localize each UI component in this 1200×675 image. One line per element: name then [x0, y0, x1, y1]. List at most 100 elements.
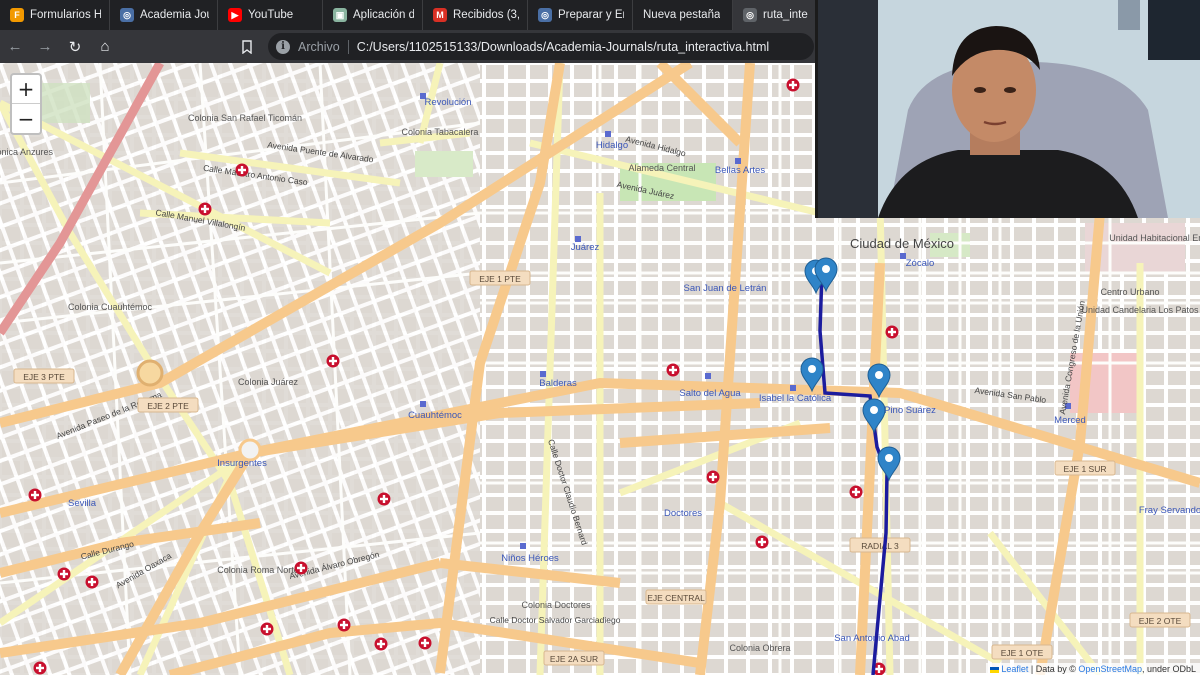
hospital-icon — [885, 325, 899, 339]
tab-label: Aplicación de — [353, 9, 414, 21]
youtube-icon: ▶ — [228, 8, 242, 22]
place-label: Bellas Artes — [715, 165, 765, 176]
hospital-icon — [374, 637, 388, 651]
hospital-icon — [706, 470, 720, 484]
hospital-icon — [326, 354, 340, 368]
bookmark-icon[interactable] — [232, 30, 262, 63]
zoom-in-button[interactable]: + — [12, 75, 40, 104]
street-label: Calle Doctor Salvador Garciadiego — [490, 615, 621, 625]
scheme-label: Archivo — [298, 39, 349, 54]
webcam-person-image — [818, 0, 1200, 218]
tab-label: Academia Jou — [140, 9, 209, 21]
hospital-icon — [377, 492, 391, 506]
insurgentes-roundabout — [238, 438, 262, 462]
app-icon: ▣ — [333, 8, 347, 22]
place-label: San Juan de Letrán — [684, 283, 767, 294]
tab-6[interactable]: Nueva pestaña — [633, 0, 733, 30]
zoom-control: + − — [10, 73, 42, 135]
tab-label: Preparar y Env — [558, 9, 624, 21]
hospital-icon — [28, 488, 42, 502]
hospital-icon — [849, 485, 863, 499]
hospital-icon — [666, 363, 680, 377]
district-label: Verónica Anzures — [0, 147, 54, 157]
district-label: Colonia Roma Norte — [217, 565, 299, 575]
road-badge-label: EJE 1 OTE — [1001, 648, 1044, 658]
district-label: Alameda Central — [628, 163, 695, 173]
place-label: Doctores — [664, 508, 702, 519]
tab-label: Nueva pestaña — [643, 9, 721, 21]
place-label: Revolución — [425, 97, 472, 108]
tab-label: YouTube — [248, 9, 294, 21]
browser-toolbar: ← → ↻ ⌂ i Archivo C:/Users/1102515133/Do… — [0, 30, 818, 63]
hospital-icon — [85, 575, 99, 589]
road-badge-label: EJE 2 OTE — [1139, 616, 1182, 626]
hospital-icon — [755, 535, 769, 549]
info-icon[interactable]: i — [276, 39, 290, 54]
hospital-icon — [57, 567, 71, 581]
reload-icon[interactable]: ↻ — [60, 30, 90, 63]
tab-label: Formularios H — [30, 9, 101, 21]
place-label: Cuauhtémoc — [408, 410, 462, 421]
place-label: Insurgentes — [217, 458, 267, 469]
forward-icon[interactable]: → — [30, 30, 60, 63]
road-badge-label: EJE 1 SUR — [1064, 464, 1107, 474]
district-label: Colonia Cuauhtémoc — [68, 302, 153, 312]
globe-icon: ◎ — [743, 8, 757, 22]
forms-icon: F — [10, 8, 24, 22]
place-label: Salto del Agua — [679, 388, 741, 399]
tab-1[interactable]: ◎ Academia Jou — [110, 0, 218, 30]
place-label: Juárez — [571, 242, 600, 253]
road-badge-label: EJE 2 PTE — [147, 401, 189, 411]
district-label: Centro Urbano — [1100, 287, 1159, 297]
place-label: Merced — [1054, 415, 1086, 426]
attribution-separator: | Data by © — [1028, 664, 1079, 674]
road-badge-label: EJE 1 PTE — [479, 274, 521, 284]
hospital-icon — [337, 618, 351, 632]
globe-icon: ◎ — [538, 8, 552, 22]
osm-link[interactable]: OpenStreetMap — [1078, 664, 1142, 674]
district-label: Colonia San Rafael Ticomán — [188, 113, 302, 123]
place-label: Hidalgo — [596, 140, 628, 151]
road-badge-label: RADIAL 3 — [861, 541, 899, 551]
district-label: Colonia Obrera — [729, 643, 790, 653]
hospital-icon — [198, 202, 212, 216]
tab-4[interactable]: M Recibidos (3,0 — [423, 0, 528, 30]
tab-label: Recibidos (3,0 — [453, 9, 519, 21]
glorieta-roundabout — [136, 359, 164, 387]
tab-5[interactable]: ◎ Preparar y Env — [528, 0, 633, 30]
zoom-out-button[interactable]: − — [12, 104, 40, 133]
place-label: Isabel la Católica — [759, 393, 832, 404]
url-text[interactable]: C:/Users/1102515133/Downloads/Academia-J… — [357, 40, 769, 54]
tab-3[interactable]: ▣ Aplicación de — [323, 0, 423, 30]
address-bar[interactable]: i Archivo C:/Users/1102515133/Downloads/… — [268, 33, 814, 60]
place-label: Zócalo — [906, 258, 935, 269]
hospital-icon — [786, 78, 800, 92]
map-attribution: Leaflet | Data by © OpenStreetMap, under… — [985, 663, 1200, 675]
city-label: Ciudad de México — [850, 236, 954, 251]
hospital-icon — [418, 636, 432, 650]
leaflet-flag-icon — [989, 666, 999, 673]
webcam-overlay — [815, 0, 1200, 218]
tab-7[interactable]: ◎ ruta_inte — [733, 0, 818, 30]
hospital-icon — [294, 561, 308, 575]
globe-icon: ◎ — [120, 8, 134, 22]
district-label: Colonia Doctores — [521, 600, 591, 610]
place-label: Balderas — [539, 378, 577, 389]
district-label: Colonia Tabacalera — [402, 127, 479, 137]
tab-0[interactable]: F Formularios H — [0, 0, 110, 30]
road-badge-label: EJE 3 PTE — [23, 372, 65, 382]
back-icon[interactable]: ← — [0, 30, 30, 63]
hospital-icon — [260, 622, 274, 636]
road-badge-label: EJE CENTRAL — [647, 593, 705, 603]
place-label: Sevilla — [68, 498, 97, 509]
tab-strip: F Formularios H ◎ Academia Jou ▶ YouTube ▣ Apli… — [0, 0, 818, 30]
place-label: San Antonio Abad — [834, 633, 910, 644]
gmail-icon: M — [433, 8, 447, 22]
tab-2[interactable]: ▶ YouTube — [218, 0, 323, 30]
leaflet-link[interactable]: Leaflet — [1001, 664, 1028, 674]
tab-label: ruta_inte — [763, 9, 808, 21]
home-icon[interactable]: ⌂ — [90, 30, 120, 63]
attribution-license: , under ODbL — [1141, 664, 1196, 674]
hospital-icon — [33, 661, 47, 675]
place-label: Pino Suárez — [884, 405, 936, 416]
